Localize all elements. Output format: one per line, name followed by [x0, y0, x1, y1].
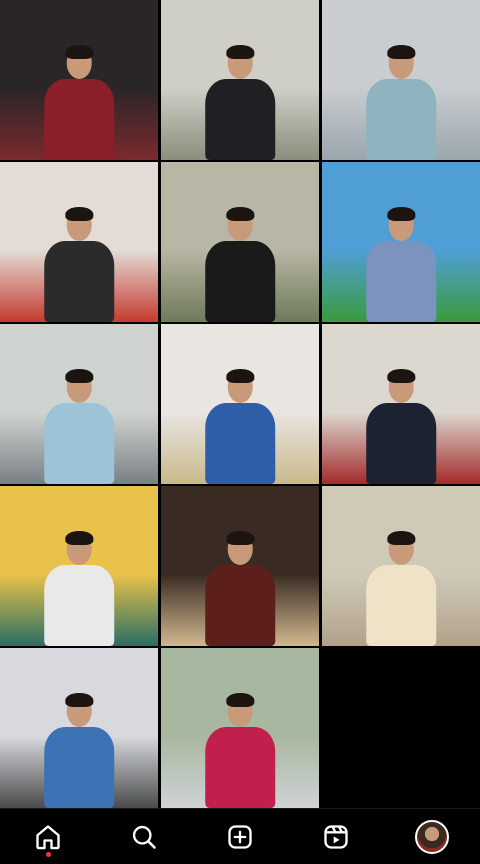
reels-icon	[324, 824, 348, 849]
nav-profile-button[interactable]	[408, 813, 456, 861]
post-thumbnail[interactable]	[0, 0, 158, 160]
person-figure	[44, 530, 114, 646]
search-icon	[132, 825, 156, 849]
post-thumbnail[interactable]	[322, 0, 480, 160]
notification-dot	[45, 851, 51, 857]
post-thumbnail[interactable]	[0, 486, 158, 646]
person-figure	[44, 206, 114, 322]
person-figure	[366, 206, 436, 322]
post-thumbnail[interactable]	[0, 324, 158, 484]
person-figure	[44, 692, 114, 808]
bottom-navigation-bar	[0, 808, 480, 864]
person-figure	[205, 368, 275, 484]
create-post-icon	[228, 824, 252, 849]
person-figure	[44, 368, 114, 484]
person-figure	[44, 44, 114, 160]
nav-reels-button[interactable]	[312, 813, 360, 861]
person-figure	[205, 692, 275, 808]
post-thumbnail[interactable]	[161, 0, 319, 160]
post-thumbnail[interactable]	[322, 324, 480, 484]
profile-avatar	[415, 819, 449, 854]
post-thumbnail[interactable]	[0, 648, 158, 808]
person-figure	[205, 206, 275, 322]
post-thumbnail[interactable]	[161, 486, 319, 646]
person-figure	[366, 530, 436, 646]
nav-create-button[interactable]	[216, 813, 264, 861]
post-thumbnail[interactable]	[161, 324, 319, 484]
empty-grid-slot	[322, 648, 480, 808]
nav-search-button[interactable]	[120, 813, 168, 861]
post-thumbnail[interactable]	[322, 486, 480, 646]
post-thumbnail[interactable]	[0, 162, 158, 322]
person-figure	[366, 368, 436, 484]
nav-home-button[interactable]	[24, 813, 72, 861]
post-thumbnail[interactable]	[161, 162, 319, 322]
person-figure	[205, 44, 275, 160]
person-figure	[205, 530, 275, 646]
person-figure	[366, 44, 436, 160]
post-thumbnail[interactable]	[322, 162, 480, 322]
post-thumbnail[interactable]	[161, 648, 319, 808]
profile-post-grid	[0, 0, 480, 808]
home-icon	[36, 824, 60, 849]
